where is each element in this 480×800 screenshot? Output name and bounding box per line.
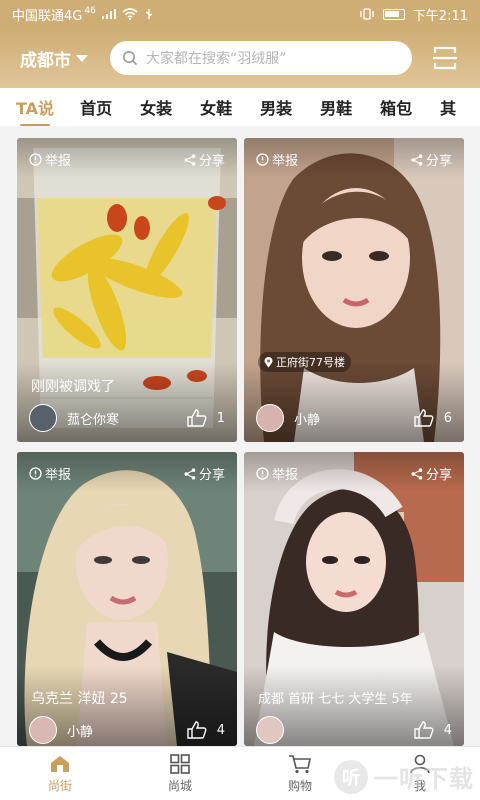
share-label: 分享: [425, 154, 452, 169]
alert-circle-icon: [256, 153, 269, 166]
like-count: 4: [216, 722, 225, 738]
share-label: 分享: [198, 468, 225, 483]
watermark-logo: 听: [334, 759, 368, 794]
share-button[interactable]: 分享: [184, 464, 225, 483]
report-label: 举报: [272, 154, 299, 169]
avatar[interactable]: [29, 404, 57, 432]
report-button[interactable]: 举报: [256, 464, 298, 483]
nav-item-shangcheng[interactable]: 尚城: [120, 747, 240, 800]
search-icon: [123, 51, 138, 66]
search-placeholder: 大家都在搜索“羽绒服”: [146, 51, 287, 67]
tab-bags[interactable]: 箱包: [380, 95, 412, 119]
post-caption: 乌克兰 洋妞 25: [31, 691, 128, 707]
thumbs-up-icon: [414, 409, 434, 427]
like-button[interactable]: 4: [414, 721, 452, 739]
report-label: 举报: [272, 468, 299, 483]
share-icon: [184, 467, 196, 480]
alert-circle-icon: [256, 467, 269, 480]
thumbs-up-icon: [414, 721, 434, 739]
clock-label: 下午2:11: [412, 8, 468, 24]
report-label: 举报: [45, 154, 72, 169]
thumbs-up-icon: [187, 409, 207, 427]
post-card[interactable]: 举报 分享 乌克兰 洋妞 25 小静 4: [17, 452, 237, 746]
like-count: 4: [443, 722, 452, 738]
nav-label: 尚街: [47, 778, 72, 793]
post-userbar: 菰仑你寒 1: [29, 404, 225, 432]
alert-circle-icon: [29, 153, 42, 166]
city-selector[interactable]: 成都市: [20, 46, 102, 71]
avatar[interactable]: [256, 716, 284, 744]
home-icon: [51, 755, 69, 772]
like-button[interactable]: 4: [187, 721, 225, 739]
top-header: 成都市 大家都在搜索“羽绒服”: [0, 28, 480, 88]
chevron-down-icon: [76, 54, 88, 62]
tab-other[interactable]: 其: [440, 95, 456, 119]
nav-label: 购物: [287, 778, 312, 793]
report-button[interactable]: 举报: [256, 150, 298, 169]
wifi-icon: [122, 8, 138, 20]
like-count: 6: [443, 410, 452, 426]
location-label: 正府街77号楼: [276, 356, 345, 369]
post-feed: 举报 分享 刚刚被调戏了 菰仑你寒 1 举报 分享 正府街77号楼 小静 6 举…: [0, 126, 480, 746]
avatar[interactable]: [256, 404, 284, 432]
thumbs-up-icon: [187, 721, 207, 739]
report-button[interactable]: 举报: [29, 150, 71, 169]
cart-icon: [289, 754, 311, 773]
like-count: 1: [216, 410, 225, 426]
share-icon: [184, 153, 196, 166]
share-label: 分享: [198, 154, 225, 169]
usb-icon: [145, 9, 153, 19]
grid-icon: [170, 753, 190, 774]
tab-womens-clothing[interactable]: 女装: [140, 95, 172, 119]
site-watermark: 听 一听下载: [334, 759, 474, 794]
tab-mens-shoes[interactable]: 男鞋: [320, 95, 352, 119]
location-tag: 正府街77号楼: [258, 352, 351, 372]
share-button[interactable]: 分享: [411, 150, 452, 169]
battery-icon: [382, 8, 405, 20]
avatar[interactable]: [29, 716, 57, 744]
like-button[interactable]: 1: [187, 409, 225, 427]
share-icon: [411, 467, 423, 480]
post-card[interactable]: 举报 分享 成都 首研 七七 大学生 5年 4: [244, 452, 464, 746]
tab-home[interactable]: 首页: [80, 95, 112, 119]
city-label: 成都市: [20, 50, 71, 71]
post-userbar: 4: [256, 716, 452, 744]
vibrate-icon: [360, 8, 374, 20]
post-caption: 成都 首研 七七 大学生 5年: [258, 692, 413, 707]
username: 小静: [67, 724, 94, 740]
share-label: 分享: [425, 468, 452, 483]
post-card[interactable]: 举报 分享 刚刚被调戏了 菰仑你寒 1: [17, 138, 237, 442]
share-button[interactable]: 分享: [184, 150, 225, 169]
tab-ta-shuo[interactable]: TA说: [16, 95, 54, 126]
network-signal-label: 46: [84, 6, 96, 16]
nav-label: 尚城: [167, 778, 192, 793]
share-button[interactable]: 分享: [411, 464, 452, 483]
carrier-label: 中国联通4G: [12, 8, 83, 24]
tab-mens-clothing[interactable]: 男装: [260, 95, 292, 119]
like-button[interactable]: 6: [414, 409, 452, 427]
report-button[interactable]: 举报: [29, 464, 71, 483]
scan-icon[interactable]: [432, 45, 458, 71]
username: 菰仑你寒: [67, 412, 120, 428]
watermark-text: 一听下载: [374, 765, 474, 793]
status-bar: 中国联通4G 46 下午2:11: [0, 0, 480, 28]
category-tabs: TA说 首页 女装 女鞋 男装 男鞋 箱包 其: [0, 88, 480, 126]
location-pin-icon: [264, 356, 273, 367]
nav-item-shangjie[interactable]: 尚街: [0, 747, 120, 800]
post-caption: 刚刚被调戏了: [31, 379, 115, 395]
post-card[interactable]: 举报 分享 正府街77号楼 小静 6: [244, 138, 464, 442]
app-screen: 中国联通4G 46 下午2:11 成都市 大家都在搜索“羽绒服” TA说 首页 …: [0, 0, 480, 800]
search-input[interactable]: 大家都在搜索“羽绒服”: [110, 41, 412, 75]
alert-circle-icon: [29, 467, 42, 480]
report-label: 举报: [45, 468, 72, 483]
tab-womens-shoes[interactable]: 女鞋: [200, 95, 232, 119]
share-icon: [411, 153, 423, 166]
post-userbar: 小静 4: [29, 716, 225, 744]
signal-icon: [101, 9, 116, 19]
username: 小静: [294, 412, 321, 428]
post-userbar: 小静 6: [256, 404, 452, 432]
